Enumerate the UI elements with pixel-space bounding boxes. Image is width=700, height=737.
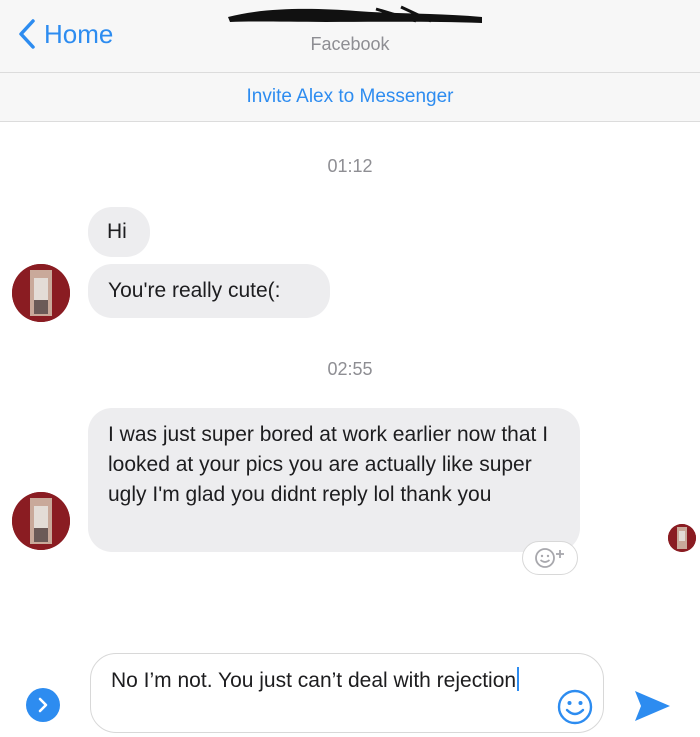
chevron-right-icon [38, 697, 48, 713]
timestamp: 01:12 [327, 156, 373, 176]
redacted-name-scribble [228, 5, 482, 23]
message-input-text[interactable]: No I’m not. You just can’t deal with rej… [111, 666, 551, 695]
avatar-photo [12, 264, 70, 322]
smiley-icon [557, 689, 593, 725]
timestamp: 02:55 [327, 359, 373, 379]
incoming-message-bubble[interactable]: I was just super bored at work earlier n… [88, 408, 580, 552]
add-reaction-icon [535, 548, 564, 568]
conversation-subtitle: Facebook [310, 34, 390, 54]
text-cursor [517, 667, 520, 691]
incoming-message-bubble[interactable]: Hi [88, 207, 150, 257]
draft-text: No I’m not. You just can’t deal with rej… [111, 669, 517, 692]
navigation-bar: Home Facebook [0, 0, 700, 73]
add-reaction-button[interactable] [522, 541, 578, 575]
send-arrow-icon [635, 691, 670, 721]
read-receipt-photo [668, 524, 696, 552]
incoming-message-bubble[interactable]: You're really cute(: [88, 264, 330, 318]
contact-avatar[interactable] [12, 264, 70, 322]
expand-composer-button[interactable] [26, 688, 60, 722]
read-receipt-avatar [668, 524, 696, 552]
invite-to-messenger-link[interactable]: Invite Alex to Messenger [247, 86, 454, 108]
avatar-photo [12, 492, 70, 550]
contact-avatar[interactable] [12, 492, 70, 550]
emoji-button[interactable] [556, 688, 594, 726]
message-input[interactable]: No I’m not. You just can’t deal with rej… [90, 653, 604, 733]
send-button[interactable] [632, 686, 672, 726]
invite-bar: Invite Alex to Messenger [0, 73, 700, 122]
